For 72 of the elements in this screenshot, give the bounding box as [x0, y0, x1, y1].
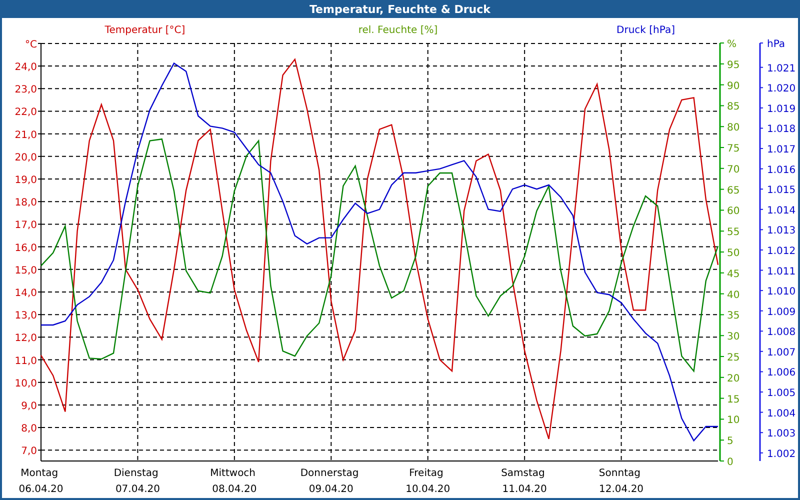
tick-label: 1.021 [767, 63, 796, 74]
tick-label: 1.009 [767, 306, 796, 318]
window-title: Temperatur, Feuchte & Druck [2, 2, 798, 18]
tick-label: 20 [727, 373, 740, 384]
tick-label: 13,0 [14, 310, 37, 322]
tick-label: 23,0 [14, 84, 37, 96]
tick-label: 1.017 [767, 144, 796, 156]
tick-label: 12,0 [14, 333, 37, 344]
tick-label: 19,0 [14, 175, 37, 186]
tick-label: 1.007 [767, 347, 796, 358]
axis-title: Temperatur [°C] [104, 25, 186, 36]
tick-label: 1.010 [767, 286, 796, 298]
tick-label: hPa [767, 39, 786, 50]
tick-label: 25 [727, 352, 740, 364]
x-axis-label: Sonntag 12.04.20 [598, 468, 644, 495]
tick-label: 14,0 [14, 288, 37, 299]
tick-label: 15,0 [14, 265, 37, 276]
tick-label: 85 [727, 102, 740, 113]
x-axis-label: Montag 06.04.20 [18, 468, 64, 495]
tick-label: 1.015 [767, 185, 796, 196]
x-axis-label: Donnerstag 09.04.20 [300, 468, 359, 495]
tick-label: 55 [727, 227, 740, 238]
tick-label: 10 [727, 415, 740, 426]
tick-label: 1.019 [767, 104, 796, 115]
tick-label: 20,0 [14, 152, 37, 164]
tick-label: 90 [727, 80, 740, 92]
x-axis-label: Samstag 11.04.20 [501, 468, 547, 495]
axis-title: rel. Feuchte [%] [358, 25, 438, 36]
tick-label: 5 [727, 436, 734, 448]
tick-label: 1.020 [767, 84, 796, 95]
tick-label: 21,0 [14, 130, 37, 141]
x-axis-label: Mittwoch 08.04.20 [210, 468, 257, 495]
x-axis-label: Dienstag 07.04.20 [114, 468, 160, 495]
tick-label: 65 [727, 185, 740, 196]
tick-label: 1.008 [767, 327, 796, 338]
tick-label: 1.018 [767, 124, 796, 136]
tick-label: 16,0 [14, 242, 37, 254]
tick-label: % [727, 39, 737, 50]
tick-label: 60 [727, 206, 740, 218]
tick-label: 40 [727, 290, 740, 301]
tick-label: 1.006 [767, 368, 796, 379]
tick-label: 50 [727, 248, 740, 259]
tick-label: 9,0 [21, 400, 37, 412]
tick-label: 1.013 [767, 226, 796, 237]
tick-label: 24,0 [14, 62, 37, 74]
tick-label: 30 [727, 332, 740, 343]
tick-label: 8,0 [21, 424, 37, 435]
tick-label: 15 [727, 394, 740, 406]
tick-label: 1.003 [767, 428, 796, 440]
tick-label: 1.014 [767, 205, 796, 216]
tick-label: 1.016 [767, 164, 796, 176]
tick-label: 1.011 [767, 266, 796, 278]
tick-label: 35 [727, 310, 740, 322]
tick-label: 18,0 [14, 198, 37, 209]
tick-label: 1.002 [767, 448, 796, 460]
tick-label: 10,0 [14, 378, 37, 390]
tick-label: 75 [727, 144, 740, 154]
x-axis-label: Freitag 10.04.20 [406, 468, 450, 495]
tick-label: 7,0 [21, 446, 37, 458]
tick-label: 0 [727, 457, 734, 468]
tick-label: 80 [727, 122, 740, 134]
tick-label: 1.004 [767, 408, 796, 420]
tick-label: 1.005 [767, 388, 796, 399]
tick-label: 17,0 [14, 220, 37, 232]
axis-title: Druck [hPa] [616, 25, 675, 36]
tick-label: 22,0 [14, 107, 37, 118]
tick-label: °C [25, 39, 37, 50]
tick-label: 1.012 [767, 246, 796, 257]
tick-label: 45 [727, 268, 740, 280]
tick-label: 11,0 [14, 356, 37, 367]
tick-label: 70 [727, 164, 740, 176]
tick-label: 95 [727, 60, 740, 71]
